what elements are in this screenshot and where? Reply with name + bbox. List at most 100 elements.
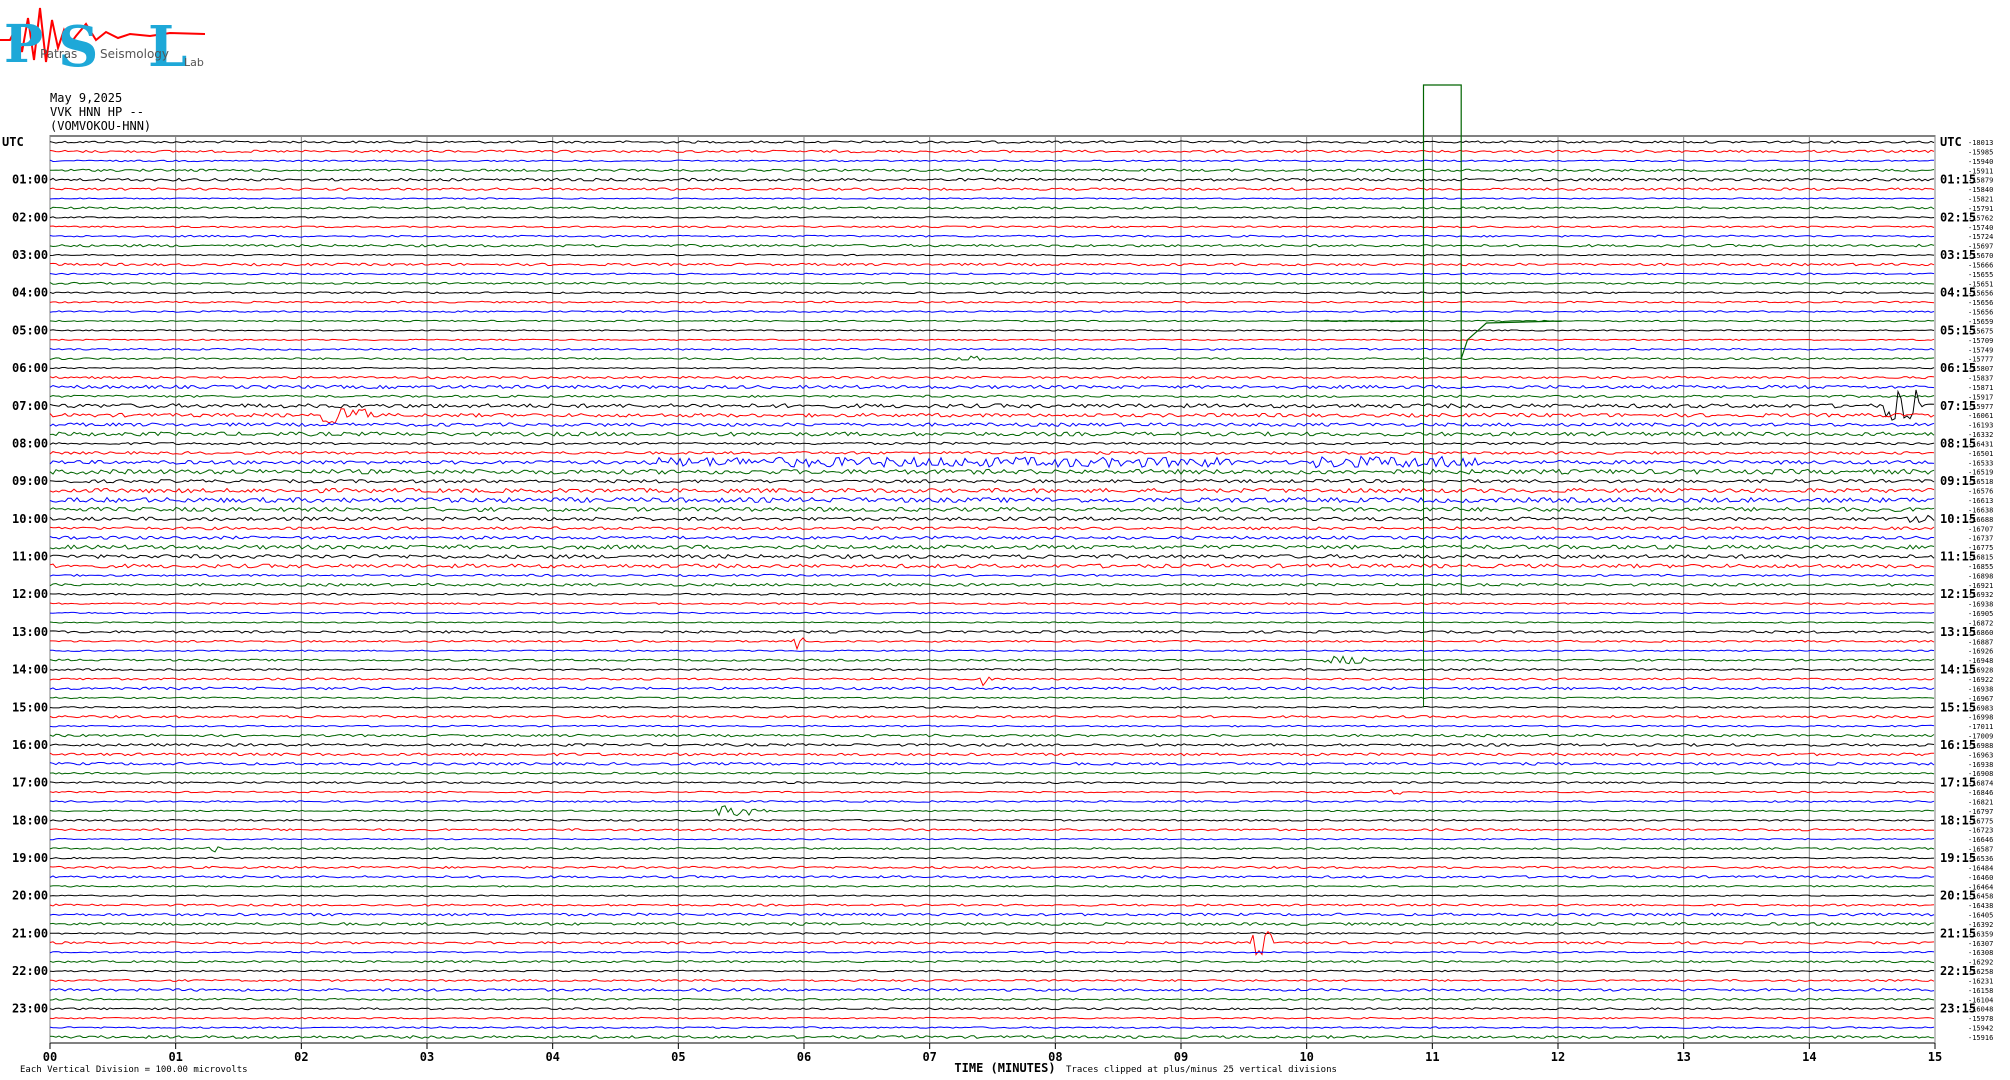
trace-mean-label: -15749 [1968,346,1993,354]
trace-mean-label: -15656 [1968,299,1993,307]
trace-line [50,637,1935,651]
trace-line [50,932,1935,935]
trace-mean-label: -16533 [1968,459,1993,467]
hour-label-left: 09:00 [12,474,48,488]
trace-line [49,272,1935,276]
trace-mean-label: -16898 [1968,572,1993,580]
trace-line [49,856,1935,860]
trace-line [49,894,1934,897]
trace-line [49,884,1935,888]
trace-line [49,553,1935,560]
trace-line [49,997,1935,1001]
trace-line [49,818,1934,822]
hour-label-right: 21:15 [1940,926,1976,940]
trace-line [49,216,1935,219]
trace-mean-label: -16613 [1968,497,1993,505]
trace-line [49,300,1935,304]
trace-mean-label: -15656 [1968,309,1993,317]
trace-line [49,714,1935,719]
trace-line [49,733,1935,738]
trace-mean-label: -16938 [1968,601,1993,609]
x-tick-label: 05 [671,1050,685,1064]
hour-label-right: 17:15 [1940,776,1976,790]
hour-label-left: 15:00 [12,700,48,714]
hour-label-left: 13:00 [12,625,48,639]
trace-line [49,329,1935,332]
x-tick-label: 01 [168,1050,182,1064]
trace-line [49,253,1935,257]
trace-line [49,206,1935,210]
x-tick-label: 14 [1802,1050,1816,1064]
hour-label-right: 23:15 [1940,1002,1976,1016]
hour-label-right: 13:15 [1940,625,1976,639]
trace-line [49,621,1935,624]
x-tick-label: 13 [1676,1050,1690,1064]
hour-label-right: 14:15 [1940,663,1976,677]
hour-label-left: 20:00 [12,889,48,903]
trace-line [49,611,1935,615]
trace-line [49,805,1934,817]
trace-line [49,187,1935,191]
hour-label-left: 18:00 [12,813,48,827]
trace-mean-label: -17011 [1968,723,1993,731]
trace-mean-label: -15740 [1968,224,1993,232]
trace-line [49,355,1935,361]
trace-line [49,592,1935,596]
hour-label-left: 03:00 [12,248,48,262]
helicorder-plot: 00 01 02 03 04 05 06 07 08 09 10 11 12 13 14 15-18013-1… [2,84,1993,1075]
trace-mean-label: -16846 [1968,789,1993,797]
trace-line [49,441,1935,446]
trace-line [50,338,1935,342]
trace-layer [49,84,1935,1039]
hour-label-right: 20:15 [1940,889,1976,903]
trace-line [49,310,1935,313]
trace-line [49,1026,1935,1029]
x-tick-label: 12 [1551,1050,1565,1064]
trace-line [49,761,1935,766]
trace-line [49,243,1935,248]
trace-mean-label: -16926 [1968,648,1993,656]
trace-line [49,724,1935,728]
trace-line [49,159,1935,163]
hour-label-right: 11:15 [1940,550,1976,564]
trace-line [49,234,1935,238]
hour-label-right: 02:15 [1940,210,1976,224]
trace-line [49,478,1935,484]
trace-mean-label: -15655 [1968,271,1993,279]
trace-line [49,496,1935,504]
trace-line [49,800,1935,803]
trace-line [49,375,1935,380]
trace-line [49,789,1935,795]
trace-mean-label: -16460 [1968,874,1993,882]
trace-line [49,526,1935,531]
trace-line [49,422,1935,427]
trace-line [49,602,1935,606]
x-tick-label: 02 [294,1050,308,1064]
hour-label-left: 05:00 [12,323,48,337]
grid-layer [49,135,1936,1049]
trace-line [49,450,1935,455]
trace-mean-label: -16158 [1968,987,1993,995]
trace-mean-label: -15871 [1968,384,1993,392]
scale-note: Each Vertical Division = 100.00 microvol… [20,1065,248,1075]
trace-line [49,752,1935,757]
trace-line [49,950,1935,954]
hour-label-right: 10:15 [1940,512,1976,526]
trace-mean-label: -15916 [1968,1034,1993,1042]
trace-line [49,506,1935,513]
trace-line [50,837,1935,841]
trace-line [49,535,1935,540]
hour-label-left: 14:00 [12,663,48,677]
x-tick-label: 09 [1174,1050,1188,1064]
trace-line [49,431,1935,437]
hour-label-right: 06:15 [1940,361,1976,375]
trace-mean-label: -15978 [1968,1015,1993,1023]
trace-mean-label: -16707 [1968,525,1993,533]
trace-line [49,366,1935,370]
trace-line [49,912,1935,917]
trace-line [49,384,1935,390]
trace-mean-label: -16821 [1968,798,1993,806]
trace-line [49,319,1935,323]
trace-mean-label: -16938 [1968,761,1993,769]
trace-mean-label: -16405 [1968,912,1993,920]
